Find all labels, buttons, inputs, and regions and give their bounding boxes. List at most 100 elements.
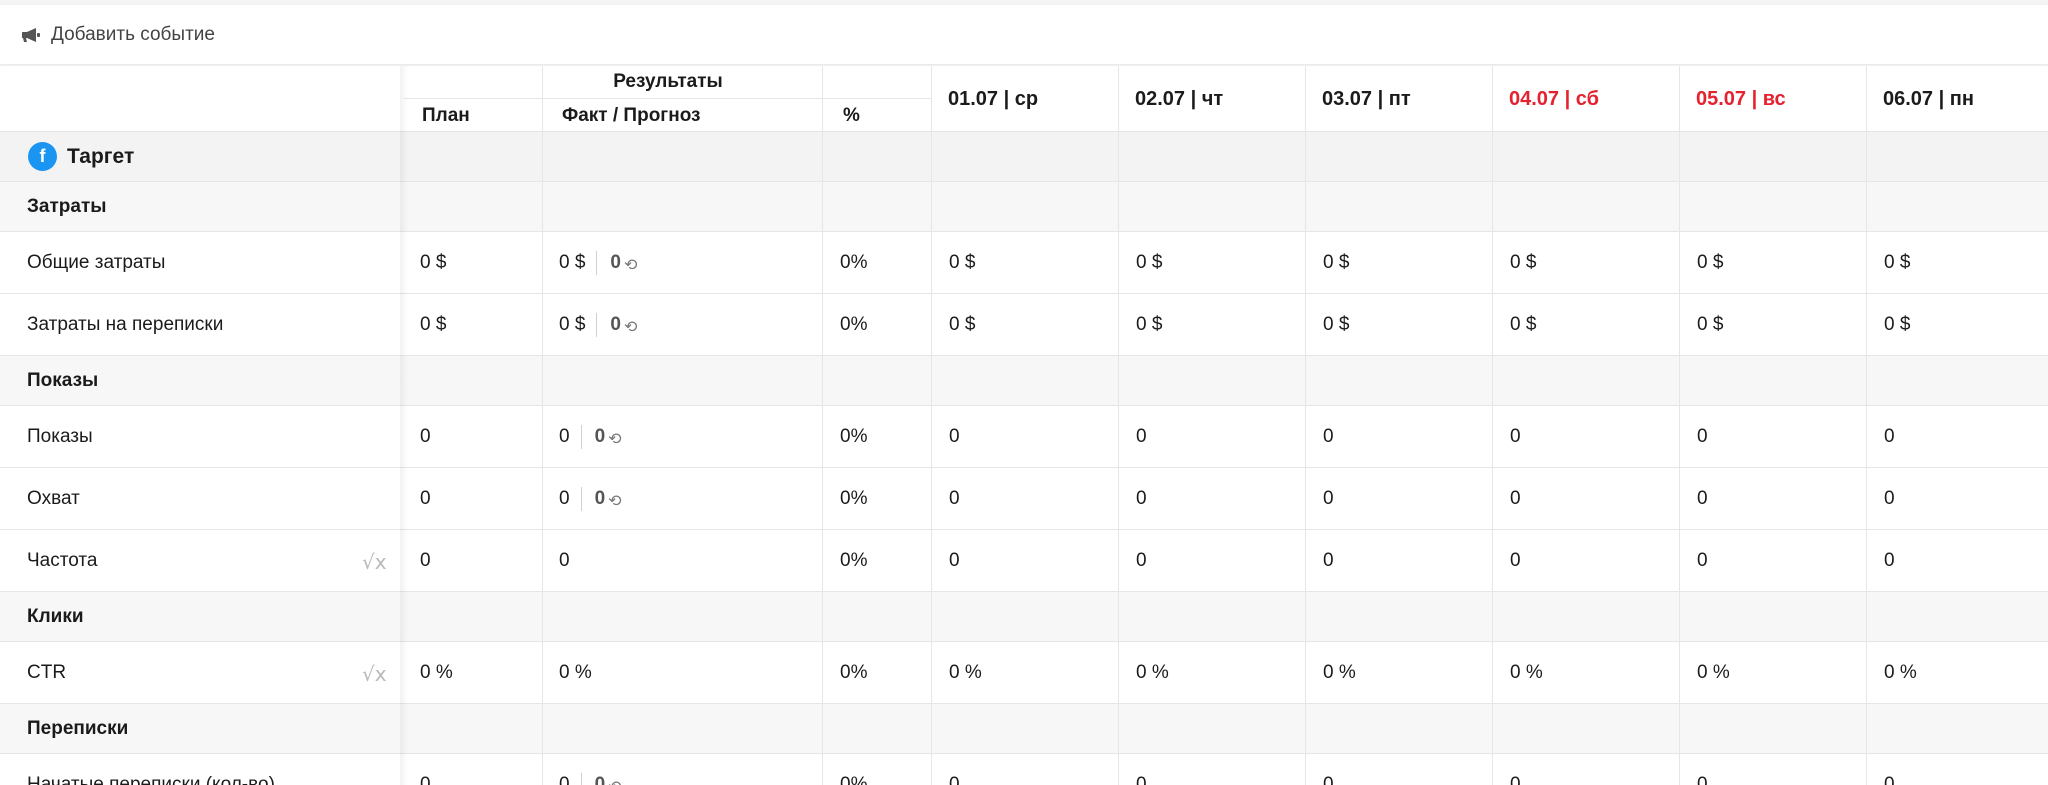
plan-cell[interactable]: 0 xyxy=(420,406,431,468)
table-row[interactable]: Охват xyxy=(0,468,2048,530)
percent-cell[interactable]: 0% xyxy=(840,468,867,530)
day-cell[interactable]: 0 % xyxy=(1136,642,1169,704)
day-cell[interactable]: 0 $ xyxy=(1510,294,1536,356)
day-cell[interactable]: 0 xyxy=(1136,406,1147,468)
history-icon[interactable]: ⟲ xyxy=(608,429,621,449)
day-cell[interactable]: 0 xyxy=(1136,754,1147,785)
day-cell[interactable]: 0 % xyxy=(1884,642,1917,704)
day-cell[interactable]: 0 xyxy=(1697,754,1708,785)
day-cell[interactable]: 0 $ xyxy=(949,294,975,356)
fact-cell[interactable]: 0 % xyxy=(559,642,592,704)
fact-value: 0 xyxy=(559,488,570,509)
day-cell[interactable]: 0 xyxy=(1884,468,1895,530)
fact-forecast: 0 $ 0 ⟲ xyxy=(559,251,637,275)
section-costs: Затраты xyxy=(0,182,2048,232)
percent-cell[interactable]: 0% xyxy=(840,294,867,356)
day-cell[interactable]: 0 $ xyxy=(1136,294,1162,356)
day-cell[interactable]: 0 $ xyxy=(1884,232,1910,294)
plan-cell[interactable]: 0 xyxy=(420,754,431,785)
fact-cell[interactable]: 0 xyxy=(559,530,570,592)
day-cell[interactable]: 0 % xyxy=(1323,642,1356,704)
fact-cell[interactable]: 00⟲ xyxy=(559,754,622,785)
table-row[interactable]: Показы xyxy=(0,406,2048,468)
day-cell[interactable]: 0 % xyxy=(1510,642,1543,704)
row-label: CTR xyxy=(27,661,67,683)
day-cell[interactable]: 0 $ xyxy=(1323,294,1349,356)
fact-cell[interactable]: 00⟲ xyxy=(559,468,622,530)
day-cell[interactable]: 0 xyxy=(1697,468,1708,530)
date-header[interactable]: 01.07 | ср xyxy=(931,66,1118,132)
date-header[interactable]: 05.07 | вс xyxy=(1679,66,1866,132)
date-header[interactable]: 04.07 | сб xyxy=(1492,66,1679,132)
day-cell[interactable]: 0 xyxy=(949,754,960,785)
formula-icon[interactable]: √x xyxy=(362,550,387,574)
day-cell[interactable]: 0 xyxy=(1510,468,1521,530)
fact-cell[interactable]: 0 $ 0 ⟲ xyxy=(559,294,637,356)
day-cell[interactable]: 0 xyxy=(1884,406,1895,468)
day-cell[interactable]: 0 xyxy=(1323,406,1334,468)
section-clicks: Клики xyxy=(0,592,2048,642)
plan-cell[interactable]: 0 xyxy=(420,530,431,592)
day-cell[interactable]: 0 % xyxy=(949,642,982,704)
history-icon[interactable]: ⟲ xyxy=(608,777,621,785)
separator xyxy=(596,313,598,337)
day-cell[interactable]: 0 xyxy=(949,468,960,530)
date-header[interactable]: 02.07 | чт xyxy=(1118,66,1305,132)
day-cell[interactable]: 0 xyxy=(949,406,960,468)
day-cell[interactable]: 0 xyxy=(1884,754,1895,785)
add-event-button[interactable]: Добавить событие xyxy=(22,24,215,46)
plan-cell[interactable]: 0 xyxy=(420,468,431,530)
day-cell[interactable]: 0 $ xyxy=(1697,294,1723,356)
row-label: Начатые переписки (кол-во) xyxy=(27,773,275,785)
percent-cell[interactable]: 0% xyxy=(840,754,867,785)
table-row[interactable]: Затраты на переписки xyxy=(0,294,2048,356)
formula-icon[interactable]: √x xyxy=(362,662,387,686)
facebook-icon: f xyxy=(28,142,57,171)
table-row[interactable]: Начатые переписки (кол-во) xyxy=(0,754,2048,785)
row-label: Затраты на переписки xyxy=(27,313,224,335)
percent-cell[interactable]: 0% xyxy=(840,530,867,592)
day-cell[interactable]: 0 xyxy=(1323,754,1334,785)
table-row[interactable]: CTR √x xyxy=(0,642,2048,704)
day-cell[interactable]: 0 xyxy=(1697,530,1708,592)
history-icon[interactable]: ⟲ xyxy=(624,317,637,337)
percent-cell[interactable]: 0% xyxy=(840,232,867,294)
row-label: Показы xyxy=(27,425,93,447)
day-cell[interactable]: 0 $ xyxy=(1884,294,1910,356)
day-cell[interactable]: 0 % xyxy=(1697,642,1730,704)
day-cell[interactable]: 0 xyxy=(1136,530,1147,592)
plan-cell[interactable]: 0 % xyxy=(420,642,453,704)
date-header[interactable]: 03.07 | пт xyxy=(1305,66,1492,132)
section-impressions: Показы xyxy=(0,356,2048,406)
day-cell[interactable]: 0 xyxy=(949,530,960,592)
day-cell[interactable]: 0 $ xyxy=(1323,232,1349,294)
percent-cell[interactable]: 0% xyxy=(840,642,867,704)
day-cell[interactable]: 0 xyxy=(1136,468,1147,530)
fact-cell[interactable]: 00⟲ xyxy=(559,406,622,468)
percent-header: % xyxy=(843,104,860,126)
fact-cell[interactable]: 0 $ 0 ⟲ xyxy=(559,232,637,294)
history-icon[interactable]: ⟲ xyxy=(608,491,621,511)
day-cell[interactable]: 0 xyxy=(1697,406,1708,468)
day-cell[interactable]: 0 $ xyxy=(1136,232,1162,294)
fact-value: 0 % xyxy=(559,662,592,683)
day-cell[interactable]: 0 xyxy=(1510,754,1521,785)
day-cell[interactable]: 0 xyxy=(1510,406,1521,468)
history-icon[interactable]: ⟲ xyxy=(624,255,637,275)
group-row-target[interactable]: f Таргет xyxy=(0,132,2048,182)
day-cell[interactable]: 0 xyxy=(1323,530,1334,592)
day-cell[interactable]: 0 $ xyxy=(1697,232,1723,294)
plan-cell[interactable]: 0 $ xyxy=(420,232,446,294)
fact-value: 0 xyxy=(559,426,570,447)
day-cell[interactable]: 0 $ xyxy=(1510,232,1536,294)
percent-cell[interactable]: 0% xyxy=(840,406,867,468)
table-row[interactable]: Общие затраты xyxy=(0,232,2048,294)
fact-forecast: 00⟲ xyxy=(559,773,622,785)
day-cell[interactable]: 0 $ xyxy=(949,232,975,294)
day-cell[interactable]: 0 xyxy=(1884,530,1895,592)
day-cell[interactable]: 0 xyxy=(1510,530,1521,592)
plan-cell[interactable]: 0 $ xyxy=(420,294,446,356)
date-header[interactable]: 06.07 | пн xyxy=(1866,66,2048,132)
table-row[interactable]: Частота √x xyxy=(0,530,2048,592)
day-cell[interactable]: 0 xyxy=(1323,468,1334,530)
